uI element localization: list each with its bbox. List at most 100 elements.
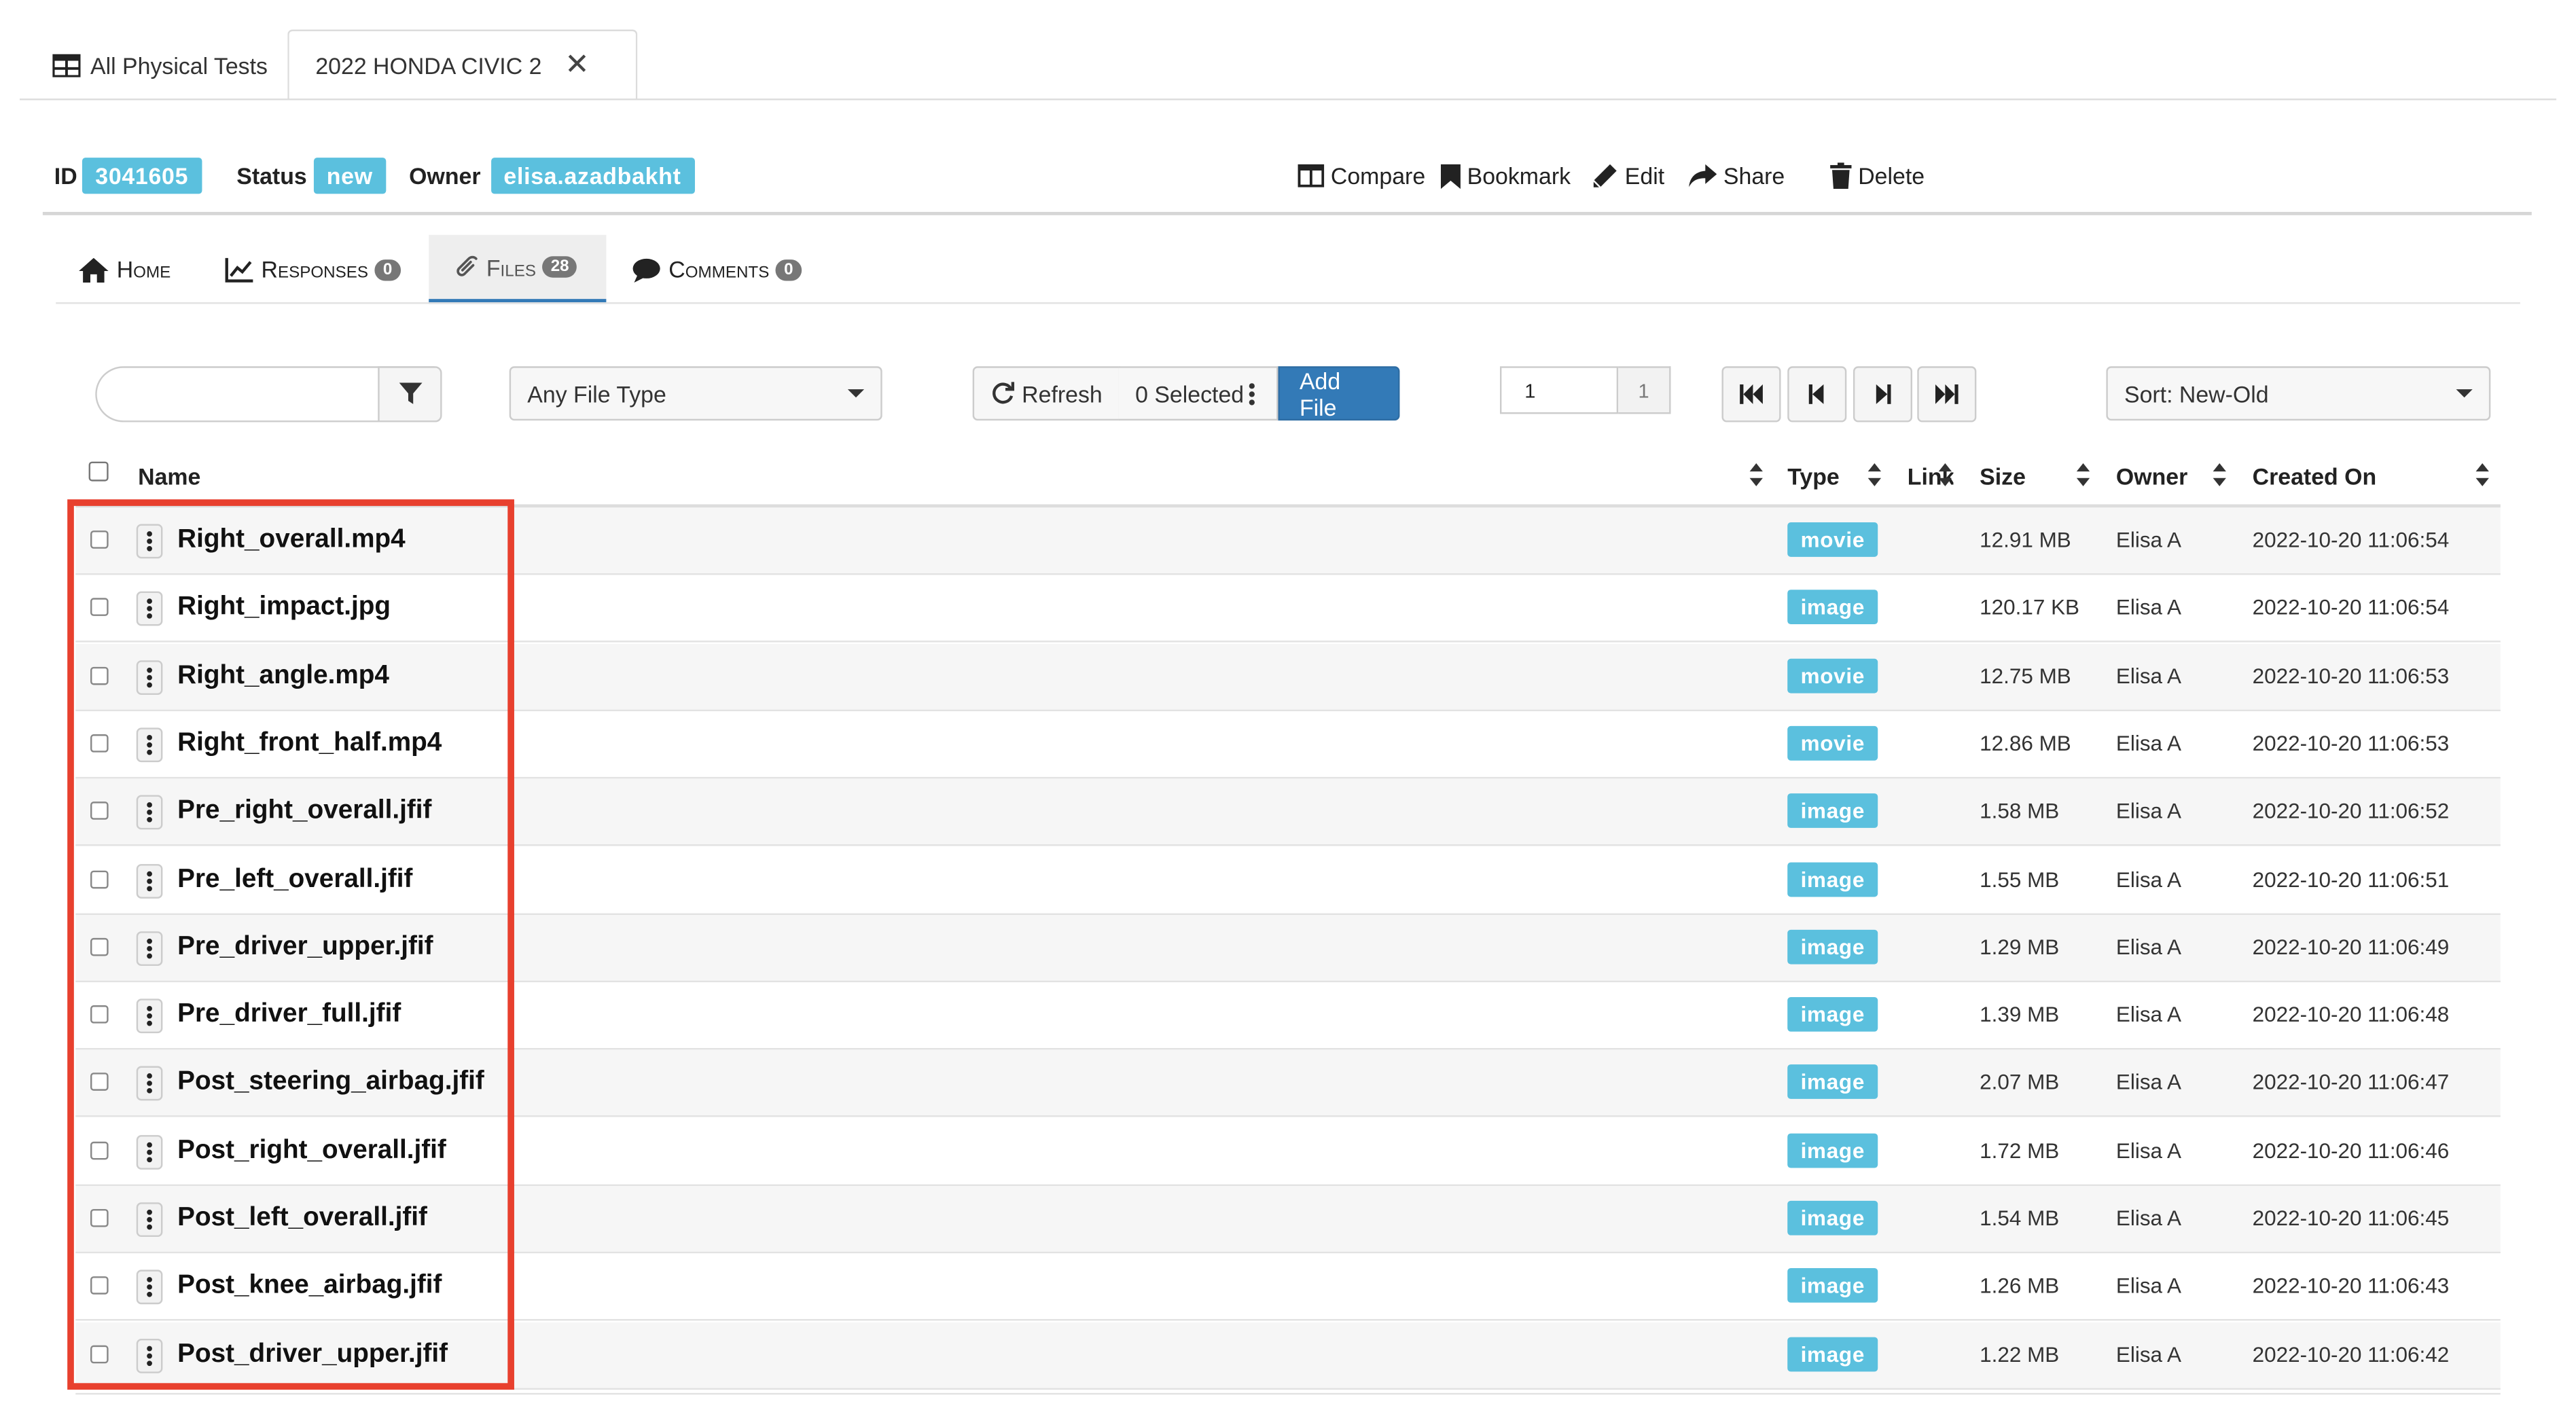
tab-all-physical-tests[interactable]: All Physical Tests xyxy=(46,30,274,101)
table-row[interactable]: Pre_right_overall.jfif image 1.58 MB Elisa … xyxy=(75,778,2501,846)
first-page-button[interactable] xyxy=(1721,366,1781,422)
file-name-link[interactable]: Pre_right_overall.jfif xyxy=(177,797,431,827)
tab-2022-honda-civic[interactable]: 2022 HONDA CIVIC 2 ✕ xyxy=(287,29,638,101)
row-menu-button[interactable] xyxy=(136,998,163,1034)
file-name-link[interactable]: Pre_left_overall.jfif xyxy=(177,865,412,895)
sort-value: Sort: New-Old xyxy=(2124,380,2269,407)
tab-comments[interactable]: Comments 0 xyxy=(632,235,802,304)
meta-divider xyxy=(42,211,2532,215)
columns-icon xyxy=(1298,164,1325,187)
next-page-button[interactable] xyxy=(1853,366,1913,422)
file-name-link[interactable]: Post_left_overall.jfif xyxy=(177,1204,427,1234)
home-label: Home xyxy=(116,256,171,283)
file-name-link[interactable]: Pre_driver_upper.jfif xyxy=(177,933,433,962)
share-label: Share xyxy=(1723,162,1785,190)
table-row[interactable]: Pre_driver_upper.jfif image 1.29 MB Elisa A… xyxy=(75,914,2501,982)
sort-name-icon[interactable] xyxy=(1749,463,1763,486)
tab-home[interactable]: Home xyxy=(79,235,171,304)
edit-button[interactable]: Edit xyxy=(1592,158,1664,194)
created-header-label: Created On xyxy=(2252,463,2377,490)
table-row[interactable]: Pre_left_overall.jfif image 1.55 MB Elisa A… xyxy=(75,846,2501,914)
column-header-created[interactable]: Created On xyxy=(2253,462,2377,492)
table-row[interactable]: Post_knee_airbag.jfif image 1.26 MB Elisa A… xyxy=(75,1253,2501,1322)
sort-type-icon[interactable] xyxy=(1867,463,1882,486)
table-row[interactable]: Pre_driver_full.jfif image 1.39 MB Elisa A 2… xyxy=(75,982,2501,1050)
file-name-link[interactable]: Right_front_half.mp4 xyxy=(177,729,442,759)
file-size: 12.86 MB xyxy=(1980,730,2071,756)
row-checkbox[interactable] xyxy=(90,734,109,753)
row-checkbox[interactable] xyxy=(90,801,109,821)
row-menu-button[interactable] xyxy=(136,592,163,627)
tab-responses[interactable]: Responses 0 xyxy=(225,235,401,304)
row-menu-button[interactable] xyxy=(136,795,163,830)
file-name-link[interactable]: Pre_driver_full.jfif xyxy=(177,1001,401,1030)
file-name-link[interactable]: Right_angle.mp4 xyxy=(177,662,389,691)
sort-created-icon[interactable] xyxy=(2475,463,2489,486)
sort-link-icon[interactable] xyxy=(1938,463,1952,486)
sort-owner-icon[interactable] xyxy=(2213,463,2226,486)
row-menu-button[interactable] xyxy=(136,863,163,898)
sort-select[interactable]: Sort: New-Old xyxy=(2106,366,2491,421)
column-header-name[interactable]: Name xyxy=(138,462,200,492)
file-name-link[interactable]: Right_overall.mp4 xyxy=(177,526,405,556)
row-checkbox[interactable] xyxy=(90,937,109,956)
column-header-type[interactable]: Type xyxy=(1787,462,1840,492)
file-type-badge: movie xyxy=(1787,725,1878,761)
row-checkbox[interactable] xyxy=(90,1276,109,1295)
row-checkbox[interactable] xyxy=(90,1005,109,1024)
selected-menu-button[interactable]: 0 Selected xyxy=(1118,366,1278,421)
file-type-badge: image xyxy=(1787,1065,1878,1100)
add-file-button[interactable]: Add File xyxy=(1278,366,1400,421)
table-row[interactable]: Post_left_overall.jfif image 1.54 MB Elisa … xyxy=(75,1186,2501,1254)
share-button[interactable]: Share xyxy=(1689,158,1785,194)
table-row[interactable]: Post_right_overall.jfif image 1.72 MB Elisa… xyxy=(75,1118,2501,1186)
delete-button[interactable]: Delete xyxy=(1830,158,1925,194)
refresh-icon xyxy=(992,382,1015,404)
file-name-link[interactable]: Right_impact.jpg xyxy=(177,594,391,624)
file-type-select[interactable]: Any File Type xyxy=(509,366,882,421)
row-checkbox[interactable] xyxy=(90,666,109,685)
row-checkbox[interactable] xyxy=(90,1073,109,1092)
close-icon[interactable]: ✕ xyxy=(565,48,590,82)
table-row[interactable]: Post_steering_airbag.jfif image 2.07 MB Eli… xyxy=(75,1050,2501,1118)
last-page-button[interactable] xyxy=(1917,366,1977,422)
table-row[interactable]: Right_front_half.mp4 movie 12.86 MB Elisa A… xyxy=(75,710,2501,779)
sort-size-icon[interactable] xyxy=(2076,463,2090,486)
row-menu-button[interactable] xyxy=(136,931,163,966)
bookmark-button[interactable]: Bookmark xyxy=(1440,158,1571,194)
row-checkbox[interactable] xyxy=(90,598,109,617)
table-row[interactable]: Right_overall.mp4 movie 12.91 MB Elisa A 202… xyxy=(75,507,2501,575)
file-owner: Elisa A xyxy=(2115,730,2182,756)
row-menu-button[interactable] xyxy=(136,727,163,762)
file-name-link[interactable]: Post_knee_airbag.jfif xyxy=(177,1272,442,1302)
row-menu-button[interactable] xyxy=(136,524,163,559)
refresh-button[interactable]: Refresh xyxy=(972,366,1121,421)
row-checkbox[interactable] xyxy=(90,530,109,549)
row-menu-button[interactable] xyxy=(136,660,163,695)
table-row[interactable]: Post_driver_upper.jfif image 1.22 MB Elisa … xyxy=(75,1321,2501,1389)
file-name-link[interactable]: Post_steering_airbag.jfif xyxy=(177,1068,484,1098)
row-menu-button[interactable] xyxy=(136,1338,163,1373)
page-number-input[interactable]: 1 xyxy=(1499,366,1619,414)
filter-button[interactable] xyxy=(378,366,442,422)
table-row[interactable]: Right_angle.mp4 movie 12.75 MB Elisa A 2022-… xyxy=(75,643,2501,711)
table-row[interactable]: Right_impact.jpg image 120.17 KB Elisa A 202… xyxy=(75,575,2501,643)
row-checkbox[interactable] xyxy=(90,1208,109,1227)
previous-page-button[interactable] xyxy=(1787,366,1847,422)
column-header-owner[interactable]: Owner xyxy=(2116,462,2187,492)
select-all-checkbox[interactable] xyxy=(88,461,109,482)
tab-label: All Physical Tests xyxy=(90,52,268,78)
row-checkbox[interactable] xyxy=(90,869,109,888)
row-menu-button[interactable] xyxy=(136,1270,163,1305)
vertical-ellipsis-icon xyxy=(147,802,152,823)
row-checkbox[interactable] xyxy=(90,1141,109,1159)
row-menu-button[interactable] xyxy=(136,1134,163,1170)
compare-button[interactable]: Compare xyxy=(1298,158,1425,194)
row-menu-button[interactable] xyxy=(136,1066,163,1102)
tab-files[interactable]: Files 28 xyxy=(429,234,607,304)
column-header-size[interactable]: Size xyxy=(1980,462,2026,492)
row-menu-button[interactable] xyxy=(136,1202,163,1238)
file-name-link[interactable]: Post_driver_upper.jfif xyxy=(177,1339,448,1369)
row-checkbox[interactable] xyxy=(90,1344,109,1363)
file-name-link[interactable]: Post_right_overall.jfif xyxy=(177,1136,446,1166)
